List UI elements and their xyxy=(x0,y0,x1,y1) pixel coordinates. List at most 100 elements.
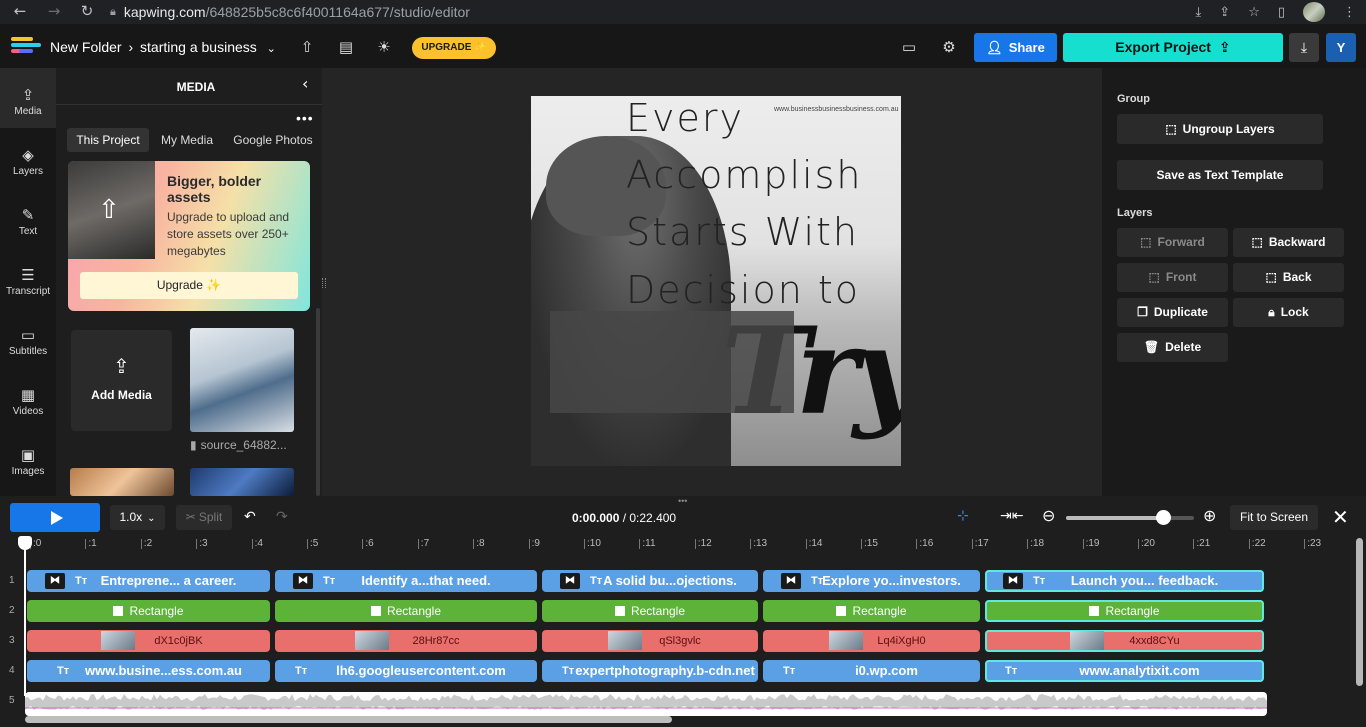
export-share-icon[interactable]: ⇧ xyxy=(296,35,318,59)
text-clip[interactable]: Tт www.busine...ess.com.au xyxy=(27,660,270,682)
sidebar-item-videos[interactable]: ▦ Videos xyxy=(0,368,56,428)
text-clip[interactable]: ⧓ Tт Launch you... feedback. xyxy=(985,570,1264,592)
text-clip[interactable]: Tт expertphotography.b-cdn.net xyxy=(542,660,758,682)
image-clip[interactable]: Lq4iXgH0 xyxy=(763,630,980,652)
text-clip[interactable]: Tт lh6.googleusercontent.com xyxy=(275,660,537,682)
image-clip[interactable]: 28Hr87cc xyxy=(275,630,537,652)
backward-label: Backward xyxy=(1268,235,1326,249)
playhead-handle[interactable] xyxy=(18,536,32,550)
sidebar-item-layers[interactable]: ◈ Layers xyxy=(0,128,56,188)
sidebar-item-images[interactable]: ▣ Images xyxy=(0,428,56,488)
backward-button[interactable]: ⬚ Backward xyxy=(1233,228,1344,257)
rectangle-clip[interactable]: Rectangle xyxy=(275,600,537,622)
undo-icon[interactable]: ↶ xyxy=(244,509,256,525)
export-project-button[interactable]: Export Project ⇪ xyxy=(1063,33,1283,62)
promo-upgrade-button[interactable]: Upgrade ✨ xyxy=(80,272,298,299)
text-clip[interactable]: ⧓ Tт Explore yo...investors. xyxy=(763,570,980,592)
lightbulb-icon[interactable]: ☀ xyxy=(373,35,395,59)
quote-line[interactable]: Every xyxy=(626,96,744,140)
rectangle-clip[interactable]: Rectangle xyxy=(542,600,758,622)
media-thumbnail[interactable] xyxy=(190,468,294,496)
lock-button[interactable]: 🔒︎ Lock xyxy=(1233,298,1344,327)
quote-line[interactable]: Accomplish xyxy=(626,153,863,197)
gear-icon[interactable]: ⚙ xyxy=(938,35,960,59)
quote-line[interactable]: Starts With xyxy=(626,210,859,254)
speed-dropdown[interactable]: 1.0x ⌄ xyxy=(110,505,165,530)
rectangle-clip[interactable]: Rectangle xyxy=(985,600,1264,622)
playhead[interactable] xyxy=(24,536,26,696)
text-clip[interactable]: Tт www.analytixit.com xyxy=(985,660,1264,682)
text-clip[interactable]: ⧓ Tт Entreprene... a career. xyxy=(27,570,270,592)
captions-icon[interactable]: ▤ xyxy=(335,35,357,59)
timeline-resize-handle[interactable]: ••• xyxy=(678,496,687,506)
forward-arrow-icon[interactable]: → xyxy=(42,2,66,20)
image-clip[interactable]: 4xxd8CYu xyxy=(985,630,1264,652)
panel-scrollbar[interactable] xyxy=(316,308,320,496)
rectangle-clip[interactable]: Rectangle xyxy=(763,600,980,622)
duplicate-button[interactable]: ❐ Duplicate xyxy=(1117,298,1228,327)
split-button[interactable]: ✂ Split xyxy=(176,505,232,530)
back-arrow-icon[interactable]: ← xyxy=(8,2,32,20)
play-button[interactable] xyxy=(10,503,100,532)
rectangle-shape-icon xyxy=(113,606,124,616)
comments-icon[interactable]: ▭ xyxy=(898,35,920,59)
fit-to-screen-button[interactable]: Fit to Screen xyxy=(1230,505,1318,530)
zoom-slider[interactable] xyxy=(1066,510,1194,525)
fit-width-icon[interactable]: ⇥⇤ xyxy=(1000,508,1023,524)
front-icon: ⬚ xyxy=(1148,270,1160,284)
add-media-button[interactable]: ⇪ Add Media xyxy=(71,330,172,431)
time-ruler[interactable]: :0:1:2:3:4:5:6:7:8:9:10:11:12:13:14:15:1… xyxy=(0,536,1366,554)
delete-button[interactable]: 🗑︎ Delete xyxy=(1117,333,1228,362)
address-bar[interactable]: 🔒︎ kapwing.com/648825b5c8c6f4001164a677/… xyxy=(110,0,1170,24)
vertical-scrollbar[interactable] xyxy=(1356,538,1363,686)
share-button[interactable]: 👤︎ Share xyxy=(974,33,1057,62)
user-avatar-button[interactable]: Y xyxy=(1326,33,1356,62)
selected-rectangle-layer[interactable] xyxy=(550,311,794,413)
kapwing-logo-icon[interactable] xyxy=(11,37,41,57)
menu-kebab-icon[interactable]: ⋮ xyxy=(1343,5,1356,20)
breadcrumb-folder[interactable]: New Folder xyxy=(50,39,122,55)
back-button[interactable]: ⬚ Back xyxy=(1233,263,1344,292)
text-clip[interactable]: ⧓ Tт Identify a...that need. xyxy=(275,570,537,592)
image-clip[interactable]: dX1c0jBK xyxy=(27,630,270,652)
sidebar-icon[interactable]: ▯ xyxy=(1278,5,1285,20)
sidebar-item-subtitles[interactable]: ▭ Subtitles xyxy=(0,308,56,368)
save-text-template-button[interactable]: Save as Text Template xyxy=(1117,160,1323,190)
zoom-in-icon[interactable]: ⊕ xyxy=(1203,506,1216,525)
download-icon[interactable]: ⤓ xyxy=(1289,33,1319,62)
magnet-snap-icon[interactable]: ⊹ xyxy=(957,508,969,524)
chevron-down-icon[interactable]: ⌄ xyxy=(267,42,276,55)
ungroup-layers-button[interactable]: ⬚ Ungroup Layers xyxy=(1117,114,1323,144)
tab-google-photos[interactable]: Google Photos xyxy=(228,128,318,152)
tab-my-media[interactable]: My Media xyxy=(155,128,219,152)
project-title[interactable]: starting a business xyxy=(140,39,257,55)
profile-avatar[interactable] xyxy=(1303,2,1325,22)
sidebar-item-transcript[interactable]: ☰ Transcript xyxy=(0,248,56,308)
rectangle-clip[interactable]: Rectangle xyxy=(27,600,270,622)
horizontal-scrollbar[interactable] xyxy=(25,716,672,723)
install-icon[interactable]: ⤓ xyxy=(1196,5,1202,20)
sidebar-item-media[interactable]: ⇪ Media xyxy=(0,68,56,128)
front-button[interactable]: ⬚ Front xyxy=(1117,263,1228,292)
reload-icon[interactable]: ↻ xyxy=(75,2,99,20)
text-clip[interactable]: ⧓ Tт A solid bu...ojections. xyxy=(542,570,758,592)
forward-button[interactable]: ⬚ Forward xyxy=(1117,228,1228,257)
text-clip[interactable]: Tт i0.wp.com xyxy=(763,660,980,682)
image-clip[interactable]: qSl3gvlc xyxy=(542,630,758,652)
zoom-out-icon[interactable]: ⊖ xyxy=(1042,506,1055,525)
media-thumbnail[interactable] xyxy=(70,468,174,496)
audio-waveform-track[interactable] xyxy=(25,692,1267,716)
panel-resize-handle[interactable] xyxy=(322,278,326,288)
zoom-slider-knob[interactable] xyxy=(1156,510,1172,525)
sidebar-item-text[interactable]: ✎ Text xyxy=(0,188,56,248)
share-page-icon[interactable]: ⇪ xyxy=(1219,5,1230,20)
more-options-icon[interactable]: ••• xyxy=(296,110,314,126)
media-thumbnail[interactable] xyxy=(190,328,294,432)
collapse-chevron-icon[interactable]: ‹ xyxy=(302,74,308,93)
close-icon[interactable]: ✕ xyxy=(1332,505,1349,529)
sidebar-item-label: Text xyxy=(18,226,38,237)
redo-icon[interactable]: ↷ xyxy=(276,509,288,525)
upgrade-button[interactable]: UPGRADE ✨ xyxy=(412,37,496,59)
bookmark-star-icon[interactable]: ☆ xyxy=(1248,5,1260,20)
tab-this-project[interactable]: This Project xyxy=(67,128,149,152)
